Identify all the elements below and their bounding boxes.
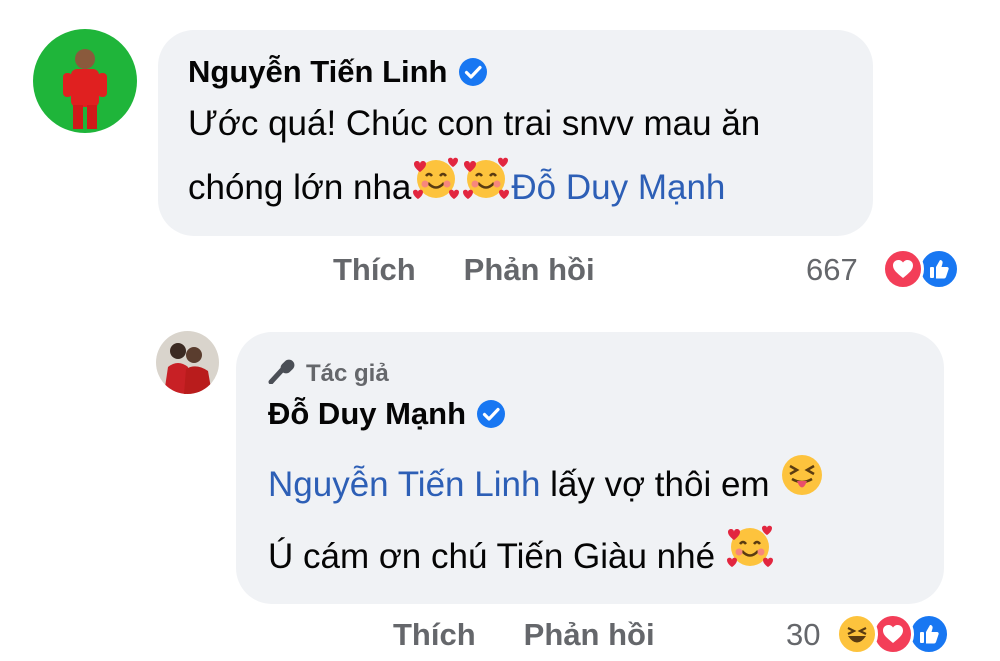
comment-author-name[interactable]: Đỗ Duy Mạnh: [268, 396, 466, 432]
reaction-count[interactable]: 30: [786, 617, 820, 653]
verified-badge-icon: [458, 57, 488, 87]
comment-text: Nguyễn Tiến Linh lấy vợ thôi em Ú cám ơn…: [268, 450, 825, 594]
comment-line-1-text: lấy vợ thôi em: [550, 465, 770, 504]
author-badge: Tác giả: [268, 356, 389, 391]
like-reaction-icon: [908, 613, 950, 655]
comment-line-2: Ú cám ơn chú Tiến Giàu nhé: [268, 522, 825, 594]
smiling-face-with-hearts-icon: [411, 156, 461, 223]
verified-badge-icon: [476, 399, 506, 429]
like-action[interactable]: Thích: [393, 617, 476, 653]
comment-author-row: Đỗ Duy Mạnh: [268, 396, 506, 432]
comment-bubble-2: Tác giả Đỗ Duy Mạnh Nguyễn Tiến Linh lấy…: [236, 332, 944, 604]
smiling-face-with-hearts-icon: [461, 156, 511, 223]
reaction-icons-2[interactable]: [836, 613, 950, 655]
mention-link[interactable]: Đỗ Duy Mạnh: [511, 168, 725, 207]
comment-line-2-text: chóng lớn nha: [188, 168, 412, 207]
reply-action[interactable]: Phản hồi: [464, 252, 595, 288]
reaction-count[interactable]: 667: [806, 252, 858, 288]
comment-author-row: Nguyễn Tiến Linh: [188, 54, 488, 90]
avatar-do-duy-manh[interactable]: [156, 331, 219, 394]
comment-line-2-text: Ú cám ơn chú Tiến Giàu nhé: [268, 536, 716, 576]
love-reaction-icon: [872, 613, 914, 655]
haha-reaction-icon: [836, 613, 878, 655]
love-reaction-icon: [882, 248, 924, 290]
reaction-icons-1[interactable]: [882, 248, 960, 290]
comment-actions-1: Thích Phản hồi: [333, 252, 595, 288]
microphone-icon: [268, 356, 298, 391]
comment-line-1: Nguyễn Tiến Linh lấy vợ thôi em: [268, 450, 825, 522]
comment-bubble-1: Nguyễn Tiến Linh Ước quá! Chúc con trai …: [158, 30, 873, 236]
comment-line-1: Ước quá! Chúc con trai snvv mau ăn: [188, 104, 761, 143]
comment-line-2: chóng lớn nha Đỗ Duy Mạnh: [188, 156, 760, 223]
reply-action[interactable]: Phản hồi: [524, 617, 655, 653]
comment-text: Ước quá! Chúc con trai snvv mau ăn chóng…: [188, 92, 760, 223]
avatar-nguyen-tien-linh[interactable]: [33, 29, 137, 133]
squinting-face-with-tongue-icon: [779, 452, 825, 522]
author-badge-label: Tác giả: [306, 359, 389, 387]
like-action[interactable]: Thích: [333, 252, 416, 288]
mention-link[interactable]: Nguyễn Tiến Linh: [268, 465, 540, 504]
like-reaction-icon: [918, 248, 960, 290]
comment-author-name[interactable]: Nguyễn Tiến Linh: [188, 54, 448, 90]
comment-actions-2: Thích Phản hồi: [393, 617, 655, 653]
smiling-face-with-hearts-icon: [725, 524, 775, 594]
